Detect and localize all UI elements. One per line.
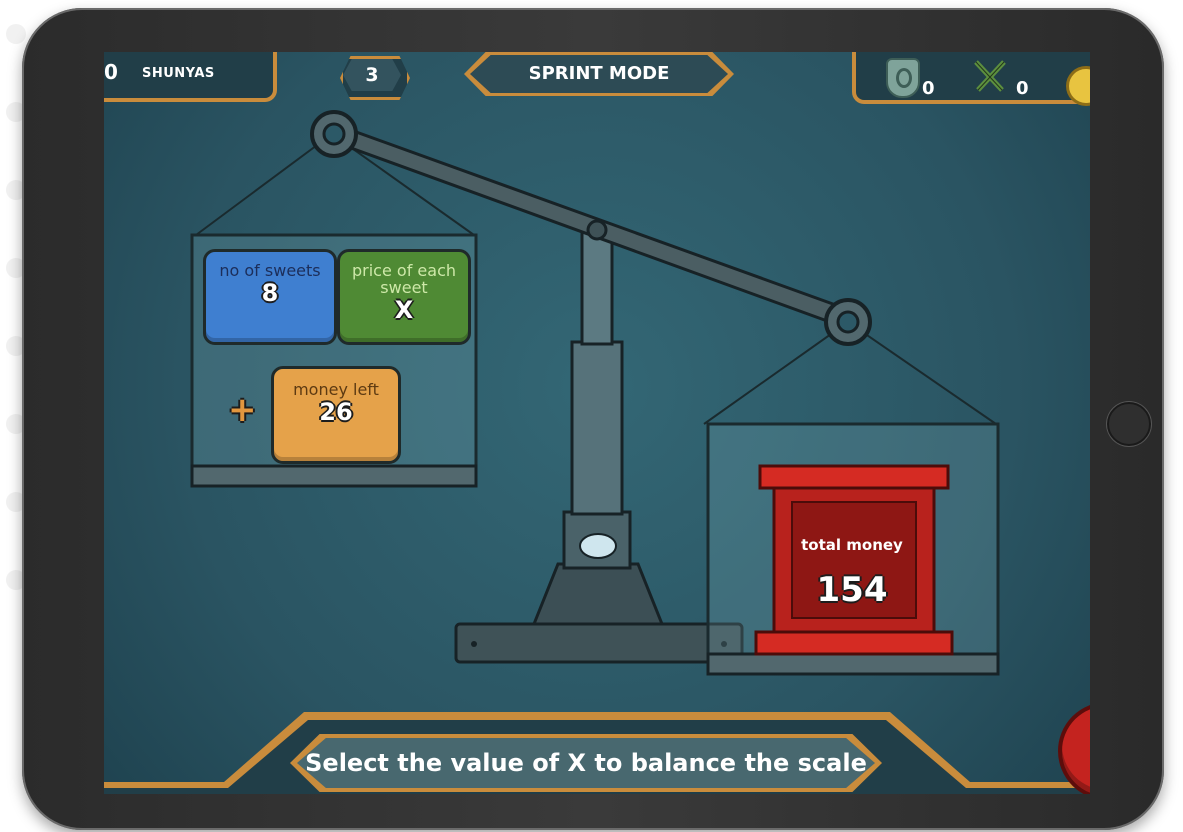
shield-icon[interactable] (886, 58, 920, 98)
tile-price-of-each-sweet: price of each sweet X (337, 249, 471, 345)
shield-count: 0 (922, 78, 935, 99)
plus-operator: + (228, 390, 257, 430)
total-money-label: total money (801, 536, 903, 554)
tile-label: no of sweets (219, 261, 321, 280)
total-money-value: 154 (816, 570, 888, 610)
tile-value: 26 (319, 398, 353, 426)
level-number: 3 (343, 59, 401, 91)
game-screen: 0 SHUNYAS 3 SPRINT MODE 0 0 no of sweets… (104, 52, 1090, 794)
tile-value: X (394, 296, 414, 324)
tile-label: money left (293, 380, 379, 399)
home-button[interactable] (1107, 402, 1151, 446)
tile-value: 8 (261, 279, 279, 307)
score-panel: 0 SHUNYAS (104, 52, 277, 102)
currency-label: SHUNYAS (142, 66, 215, 81)
tile-number-of-sweets: no of sweets 8 (203, 249, 337, 345)
mode-title: SPRINT MODE (470, 55, 728, 93)
tile-money-left: money left 26 (271, 366, 401, 464)
crossed-swords-icon[interactable] (972, 58, 1008, 94)
tile-label: price of each sweet (352, 261, 456, 297)
swords-count: 0 (1016, 78, 1029, 99)
instruction-text: Select the value of X to balance the sca… (297, 738, 875, 788)
total-money-box: total money 154 (758, 464, 946, 652)
score-value: 0 (104, 60, 118, 84)
